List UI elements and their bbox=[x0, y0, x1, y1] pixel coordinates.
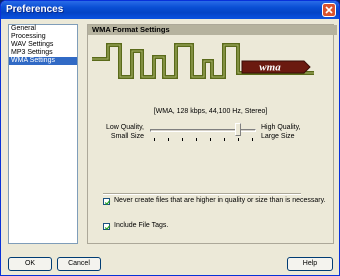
format-description: [WMA, 128 kbps, 44,100 Hz, Stereo] bbox=[153, 108, 268, 115]
close-icon bbox=[325, 6, 333, 14]
slider-tick bbox=[224, 138, 225, 141]
preferences-window: Preferences General Processing WAV Setti… bbox=[0, 0, 340, 276]
quality-high-label: High Quality, Large Size bbox=[261, 124, 301, 140]
include-tags-checkbox[interactable] bbox=[103, 223, 111, 231]
never-larger-checkbox[interactable] bbox=[103, 198, 111, 206]
slider-tick bbox=[252, 138, 253, 141]
title-bar[interactable]: Preferences bbox=[1, 1, 339, 19]
cancel-button[interactable]: Cancel bbox=[57, 257, 101, 271]
checkmark-icon bbox=[104, 200, 111, 206]
nav-item-mp3-settings[interactable]: MP3 Settings bbox=[9, 49, 77, 57]
slider-tick bbox=[182, 138, 183, 141]
slider-tick bbox=[238, 138, 239, 141]
close-button[interactable] bbox=[322, 3, 336, 17]
slider-tick bbox=[196, 138, 197, 141]
window-title: Preferences bbox=[6, 4, 64, 15]
checkmark-icon bbox=[104, 225, 111, 231]
include-tags-label: Include File Tags. bbox=[114, 222, 169, 229]
panel-header: WMA Format Settings bbox=[88, 25, 337, 35]
slider-tick bbox=[210, 138, 211, 141]
slider-tick bbox=[154, 138, 155, 141]
nav-item-processing[interactable]: Processing bbox=[9, 33, 77, 41]
never-larger-label: Never create files that are higher in qu… bbox=[114, 197, 326, 204]
settings-panel: WMA Format Settings wma [WMA, 128 kbps, … bbox=[87, 24, 337, 244]
wma-logo-text: wma bbox=[259, 62, 281, 74]
settings-category-list[interactable]: General Processing WAV Settings MP3 Sett… bbox=[8, 24, 78, 244]
nav-item-wav-settings[interactable]: WAV Settings bbox=[9, 41, 77, 49]
nav-item-general[interactable]: General bbox=[9, 25, 77, 33]
slider-tick bbox=[168, 138, 169, 141]
wma-logo-banner: wma bbox=[92, 43, 314, 79]
quality-low-label: Low Quality, Small Size bbox=[106, 124, 144, 140]
divider bbox=[103, 193, 301, 195]
help-button[interactable]: Help bbox=[287, 257, 333, 271]
ok-button[interactable]: OK bbox=[8, 257, 52, 271]
nav-item-wma-settings[interactable]: WMA Settings bbox=[9, 57, 77, 65]
quality-slider-thumb[interactable] bbox=[235, 123, 241, 136]
